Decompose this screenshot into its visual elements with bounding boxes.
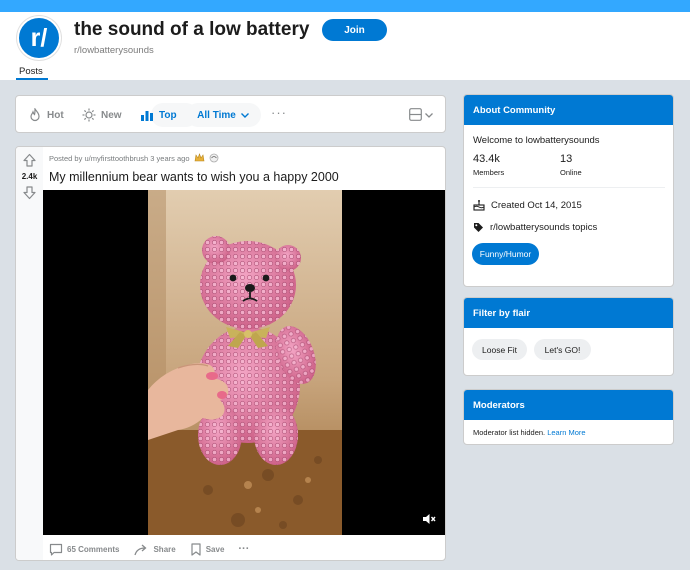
members-label: Members [473,168,505,177]
moderators-card: Moderators Moderator list hidden. Learn … [463,389,674,445]
card-view-icon [409,108,422,121]
members-count: 43.4k [473,153,500,165]
sun-icon [82,108,96,122]
post-title[interactable]: My millennium bear wants to wish you a h… [49,170,339,184]
time-filter-label: All Time [197,109,236,121]
about-community-header: About Community [464,95,673,125]
online-count: 13 [560,153,573,165]
flair-funny-humor[interactable]: Funny/Humor [472,243,539,265]
sort-bar: Hot New Top All Time ··· [15,95,446,133]
sort-new-label: New [101,109,122,121]
post-video[interactable] [43,190,445,535]
post-card[interactable]: 2.4k Posted by u/myfirsttoothbrush 3 yea… [15,146,446,561]
join-button[interactable]: Join [322,19,387,41]
award-icon [209,153,218,163]
vote-count: 2.4k [21,172,38,181]
time-filter-dropdown[interactable]: All Time [186,103,261,127]
moderators-note: Moderator list hidden. Learn More [473,428,586,437]
flame-icon [30,108,40,122]
learn-more-link[interactable]: Learn More [547,428,585,437]
bear-photo [148,190,342,535]
tab-posts[interactable]: Posts [19,66,43,77]
filter-by-flair-header: Filter by flair [464,298,673,328]
created-date-label: Created Oct 14, 2015 [491,199,582,211]
bear-photo-art [148,190,342,535]
chevron-down-icon [425,112,433,118]
online-label: Online [560,168,582,177]
subreddit-header: r/ the sound of a low battery r/lowbatte… [0,12,690,80]
subreddit-logo[interactable]: r/ [17,16,61,60]
created-date: Created Oct 14, 2015 [473,199,582,211]
top-chart-icon [141,111,153,121]
about-community-card: About Community Welcome to lowbatterysou… [463,94,674,287]
about-divider [473,187,665,188]
sort-top[interactable]: Top [140,106,177,124]
share-icon [134,544,147,555]
sort-more-button[interactable]: ··· [271,105,287,120]
award-icon [194,153,204,162]
view-toggle[interactable] [409,108,434,121]
community-topics[interactable]: r/lowbatterysounds topics [473,222,597,233]
save-button[interactable]: Save [190,542,225,556]
flair-lets-go[interactable]: Let's GO! [534,339,591,360]
vote-column: 2.4k [16,147,43,560]
mute-icon[interactable] [422,512,436,526]
post-more-button[interactable]: ··· [238,543,249,555]
cake-icon [473,200,485,211]
comment-icon [49,543,63,556]
post-actions: 65 Comments Share Save ··· [49,541,439,557]
subreddit-banner [0,0,690,12]
moderators-header: Moderators [464,390,673,420]
comments-button[interactable]: 65 Comments [49,543,119,556]
tag-icon [474,223,483,232]
moderators-hidden-text: Moderator list hidden. [473,428,546,437]
sort-new[interactable]: New [82,106,122,124]
sort-top-label: Top [159,109,177,121]
tab-posts-underline [16,78,48,80]
downvote-icon[interactable] [22,185,37,200]
filter-by-flair-card: Filter by flair Loose Fit Let's GO! [463,297,674,376]
chevron-down-icon [240,113,249,118]
upvote-icon[interactable] [22,153,37,168]
community-welcome: Welcome to lowbatterysounds [473,135,600,146]
post-meta: Posted by u/myfirsttoothbrush 3 years ag… [49,153,220,163]
comments-label: 65 Comments [67,544,120,554]
save-label: Save [205,544,225,554]
share-label: Share [153,544,176,554]
flair-loose-fit[interactable]: Loose Fit [472,339,527,360]
community-topics-label: r/lowbatterysounds topics [490,222,598,233]
sort-hot[interactable]: Hot [28,106,64,124]
post-meta-text: Posted by u/myfirsttoothbrush 3 years ag… [49,153,190,163]
subreddit-title: the sound of a low battery [74,19,310,40]
subreddit-name: r/lowbatterysounds [74,45,154,56]
sort-hot-label: Hot [47,109,64,121]
bookmark-icon [191,542,201,556]
share-button[interactable]: Share [133,543,176,556]
